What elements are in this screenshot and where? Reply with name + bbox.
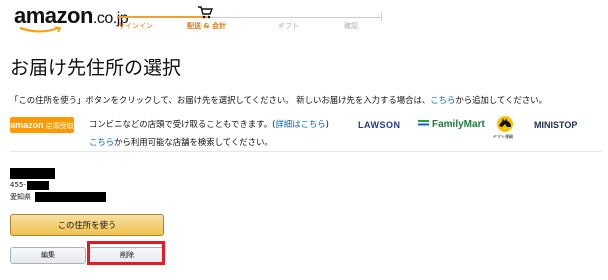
step-signin: サインイン — [118, 22, 153, 30]
progress-bar-complete — [117, 16, 207, 18]
ministop-logo: MINISTOP — [534, 120, 578, 130]
yamato-logo-text: ヤマト運輸 — [493, 134, 513, 139]
address-postal: 455- — [10, 181, 26, 189]
step-shipping-payment: 配送 & 会計 — [187, 22, 226, 30]
section-divider — [10, 151, 602, 152]
familymart-stripes-icon — [418, 120, 429, 126]
shopping-cart-icon — [198, 6, 213, 19]
delete-highlight-box — [87, 241, 165, 265]
progress-bar-remaining — [207, 16, 382, 18]
pickup-details-link[interactable]: 詳細はこちら — [275, 119, 325, 129]
instruction-main: 「この住所を使う」ボタンをクリックして、お届け先を選択してください。 新しいお届… — [10, 95, 431, 105]
add-address-link[interactable]: こちら — [430, 95, 455, 105]
address-prefecture: 愛知県 — [10, 193, 31, 201]
use-this-address-button[interactable]: この住所を使う — [10, 214, 164, 236]
step-gift: ギフト — [278, 22, 299, 30]
edit-button[interactable]: 編集 — [10, 247, 86, 264]
progress-end-tick — [381, 12, 382, 21]
store-search-text: こちらから利用可能な店舗を検索してください。 — [89, 137, 273, 147]
redacted-name — [10, 168, 55, 179]
pickup-badge: amazon 店頭受取 — [10, 117, 74, 133]
redacted-postal — [27, 181, 49, 190]
page-title: お届け先住所の選択 — [10, 57, 182, 79]
pickup-description: コンビニなどの店頭で受け取ることもできます。(詳細はこちら) — [89, 119, 329, 129]
store-search-link[interactable]: こちら — [89, 137, 114, 147]
lawson-logo: LAWSON — [358, 120, 401, 130]
yamato-cat-icon — [497, 116, 513, 132]
instruction-text: 「この住所を使う」ボタンをクリックして、お届け先を選択してください。 新しいお届… — [10, 94, 547, 106]
step-confirm: 確認 — [344, 22, 358, 30]
redacted-address — [35, 192, 106, 202]
amazon-smile-icon — [19, 26, 62, 33]
instruction-tail: から追加してください。 — [455, 95, 547, 105]
familymart-logo: FamilyMart — [432, 119, 485, 130]
